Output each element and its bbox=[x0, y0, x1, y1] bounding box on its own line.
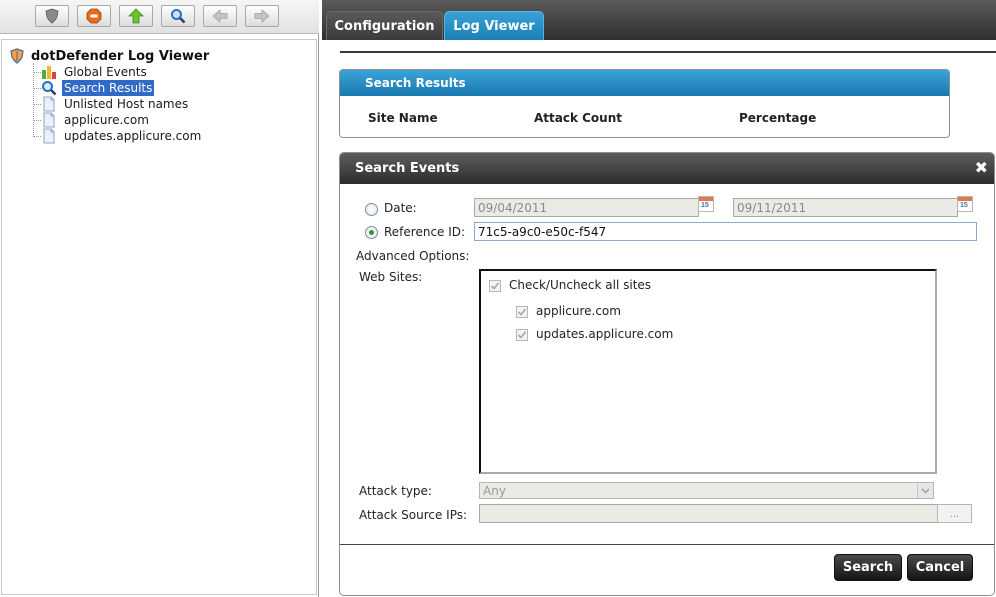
tree-item-label: Unlisted Host names bbox=[64, 97, 189, 111]
reference-id-label: Reference ID: bbox=[384, 225, 466, 239]
attack-type-value: Any bbox=[483, 483, 506, 498]
calendar-day: 15 bbox=[701, 202, 709, 209]
divider bbox=[340, 544, 994, 545]
back-arrow-icon bbox=[212, 9, 228, 23]
search-button[interactable] bbox=[161, 5, 195, 27]
tree-item-global-events[interactable]: Global Events bbox=[41, 64, 149, 80]
column-header-site-name[interactable]: Site Name bbox=[368, 111, 438, 125]
forward-arrow-icon bbox=[254, 9, 270, 23]
site-label: applicure.com bbox=[536, 304, 621, 318]
check-icon bbox=[517, 331, 527, 339]
web-sites-list[interactable]: Check/Uncheck all sites applicure.com up… bbox=[479, 269, 937, 474]
check-all-checkbox[interactable] bbox=[489, 280, 501, 292]
column-header-attack-count[interactable]: Attack Count bbox=[534, 111, 622, 125]
back-button[interactable] bbox=[203, 5, 237, 27]
reference-id-radio[interactable] bbox=[365, 226, 378, 239]
tree-connector bbox=[33, 72, 41, 73]
date-radio[interactable] bbox=[365, 203, 378, 216]
cancel-button[interactable]: Cancel bbox=[907, 554, 973, 581]
shield-icon bbox=[45, 8, 59, 24]
date-to-field[interactable]: 09/11/2011 bbox=[733, 198, 958, 217]
stop-button[interactable] bbox=[77, 5, 111, 27]
search-events-dialog: Search Events ✖ Date: 09/04/2011 15 09/1… bbox=[339, 152, 995, 596]
site-label: updates.applicure.com bbox=[536, 327, 674, 341]
tab-label: Configuration bbox=[334, 18, 435, 34]
tree-connector bbox=[33, 104, 41, 105]
date-label: Date: bbox=[384, 201, 417, 215]
tree-connector bbox=[33, 88, 41, 89]
document-icon bbox=[43, 128, 55, 144]
navigation-pane: dotDefender Log Viewer Global Events Sea… bbox=[0, 0, 319, 597]
tab-bar: Configuration Log Viewer bbox=[322, 0, 996, 40]
check-icon bbox=[517, 308, 527, 316]
tree-connector bbox=[33, 63, 34, 137]
dialog-header: Search Events ✖ bbox=[340, 153, 994, 184]
shield-button[interactable] bbox=[35, 5, 69, 27]
reference-id-field[interactable]: 71c5-a9c0-e50c-f547 bbox=[474, 222, 977, 241]
calendar-icon[interactable]: 15 bbox=[698, 196, 714, 212]
dialog-title: Search Events bbox=[355, 161, 460, 176]
tab-label: Log Viewer bbox=[453, 18, 535, 34]
tree-item-label: Search Results bbox=[62, 80, 155, 96]
toolbar bbox=[0, 0, 319, 34]
document-icon bbox=[43, 112, 55, 128]
check-all-label: Check/Uncheck all sites bbox=[509, 278, 652, 292]
tree-root[interactable]: dotDefender Log Viewer bbox=[9, 48, 209, 64]
magnifier-icon bbox=[171, 9, 186, 24]
magnifier-icon bbox=[42, 81, 57, 96]
tree-item-label: applicure.com bbox=[64, 113, 149, 127]
dotdefender-shield-icon bbox=[10, 48, 24, 64]
document-icon bbox=[43, 96, 55, 112]
chart-icon bbox=[42, 66, 56, 79]
tree-connector bbox=[33, 136, 41, 137]
attack-type-label: Attack type: bbox=[359, 484, 432, 498]
close-icon[interactable]: ✖ bbox=[975, 160, 988, 176]
calendar-day: 15 bbox=[960, 202, 968, 209]
site-checkbox-applicure[interactable] bbox=[516, 306, 528, 318]
stop-icon bbox=[86, 8, 102, 24]
attack-source-ips-field[interactable] bbox=[479, 504, 938, 523]
site-checkbox-updates-applicure[interactable] bbox=[516, 329, 528, 341]
tree-item-updates-applicure[interactable]: updates.applicure.com bbox=[41, 128, 203, 144]
date-from-field[interactable]: 09/04/2011 bbox=[474, 198, 699, 217]
advanced-options-label: Advanced Options: bbox=[356, 249, 470, 263]
search-results-panel: Search Results Site Name Attack Count Pe… bbox=[339, 69, 950, 138]
tree-root-label: dotDefender Log Viewer bbox=[31, 48, 210, 64]
tree-item-unlisted-hosts[interactable]: Unlisted Host names bbox=[41, 96, 190, 112]
attack-source-ips-label: Attack Source IPs: bbox=[359, 508, 468, 522]
search-results-title: Search Results bbox=[340, 70, 949, 96]
content-pane: Configuration Log Viewer Search Results … bbox=[322, 0, 996, 597]
tab-configuration[interactable]: Configuration bbox=[326, 11, 443, 40]
up-button[interactable] bbox=[119, 5, 153, 27]
web-sites-label: Web Sites: bbox=[359, 270, 423, 284]
chevron-down-icon bbox=[917, 483, 933, 498]
calendar-icon[interactable]: 15 bbox=[957, 196, 973, 212]
attack-type-select[interactable]: Any bbox=[479, 482, 934, 499]
tree-item-search-results[interactable]: Search Results bbox=[41, 80, 155, 96]
divider bbox=[340, 51, 996, 53]
tree-item-label: Global Events bbox=[64, 65, 147, 79]
forward-button[interactable] bbox=[245, 5, 279, 27]
up-arrow-icon bbox=[128, 8, 144, 24]
check-icon bbox=[490, 282, 500, 290]
tab-log-viewer[interactable]: Log Viewer bbox=[444, 11, 544, 40]
tree-item-applicure[interactable]: applicure.com bbox=[41, 112, 151, 128]
tree-connector bbox=[33, 120, 41, 121]
search-button[interactable]: Search bbox=[834, 554, 902, 581]
tree-item-label: updates.applicure.com bbox=[64, 129, 202, 143]
column-header-percentage[interactable]: Percentage bbox=[739, 111, 816, 125]
browse-ips-button[interactable]: ... bbox=[937, 504, 972, 523]
